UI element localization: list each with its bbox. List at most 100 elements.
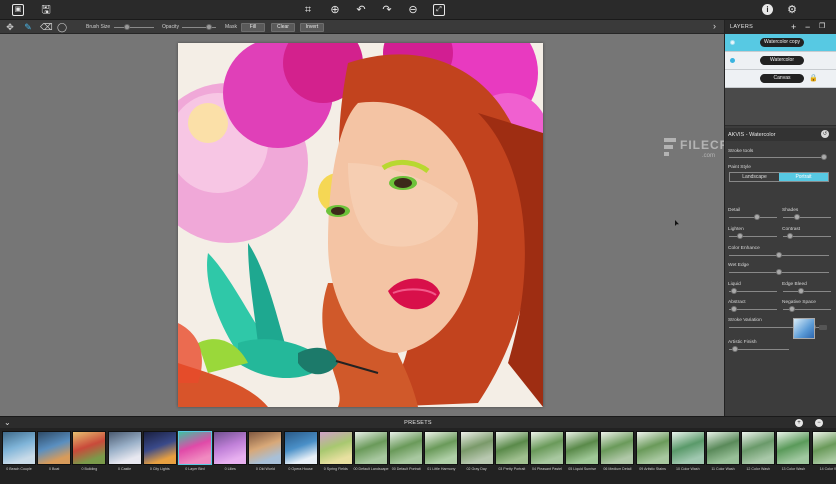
preset-thumbnail[interactable] [248,431,283,465]
reset-icon[interactable]: ↺ [821,130,829,138]
preset-thumbnail[interactable] [494,431,529,465]
preset-item[interactable]: 0 City Lights [142,431,177,481]
shades-knob[interactable] [793,214,800,220]
preset-item[interactable]: 03 Pretty Portrait [494,431,529,481]
preset-item[interactable]: 01 Little Harmony [424,431,459,481]
contrast-knob[interactable] [787,233,794,239]
negative-space-knob[interactable] [789,306,796,312]
preset-thumbnail[interactable] [283,431,318,465]
preset-item[interactable]: 0 Beach Couple [2,431,36,481]
redo-icon[interactable]: ↷ [381,4,393,16]
brush-size-knob[interactable] [124,24,131,30]
preset-item[interactable]: 0 Old World [248,431,283,481]
stroke-tools-knob[interactable] [821,154,827,160]
preset-item[interactable]: 04 Pleasant Pastel [530,431,564,481]
preset-item[interactable]: 00 Default Landscape [354,431,388,481]
preset-thumbnail[interactable] [530,431,564,465]
add-preset-icon[interactable]: + [795,419,803,427]
preset-thumbnail[interactable] [811,431,836,465]
preset-item[interactable]: 00 Default Portrait [389,431,424,481]
stroke-tools-track[interactable] [729,157,825,158]
fit-icon[interactable]: ⤢ [433,4,445,16]
landscape-option[interactable]: Landscape [730,173,779,181]
preset-item[interactable]: 09 Artistic Stains [635,431,670,481]
collapse-panel-icon[interactable]: › [713,21,716,31]
preset-item[interactable]: 0 Opera House [283,431,318,481]
shades-track[interactable] [783,217,831,218]
artistic-finish-track[interactable] [729,349,789,350]
preset-item[interactable]: 0 Boat [37,431,72,481]
opacity-knob[interactable] [205,24,212,30]
zoom-out-icon[interactable]: ⊖ [407,4,419,16]
abstract-knob[interactable] [731,306,738,312]
preset-item[interactable]: 11 Color Wash [706,431,740,481]
preset-thumbnail[interactable] [178,431,212,465]
preset-item[interactable]: 0 Lilies [213,431,248,481]
preset-thumbnail[interactable] [37,431,72,465]
preset-thumbnail[interactable] [213,431,248,465]
info-icon[interactable]: i [762,4,773,15]
artistic-finish-knob[interactable] [731,346,738,352]
eraser-tool-icon[interactable]: ⌫ [40,22,53,32]
brush-tool-icon[interactable]: ✎ [23,22,33,32]
preset-item[interactable]: 06 Medium Detail [600,431,635,481]
layer-row-canvas[interactable]: Canvas 🔒 [725,70,836,88]
undo-icon[interactable]: ↶ [355,4,367,16]
wet-edge-knob[interactable] [776,269,782,275]
preset-thumbnail[interactable] [107,431,142,465]
preset-thumbnail[interactable] [776,431,811,465]
swatch-menu-button[interactable] [819,325,827,330]
preset-item[interactable]: 0 Castle [107,431,142,481]
preset-thumbnail[interactable] [2,431,36,465]
layer-visibility-icon[interactable] [730,40,735,45]
preset-item[interactable]: 14 Color W [811,431,836,481]
ellipse-tool-icon[interactable]: ◯ [57,22,67,32]
move-tool-icon[interactable]: ✥ [5,22,15,32]
preset-thumbnail[interactable] [459,431,494,465]
watercolor-artwork[interactable] [178,43,543,407]
add-layer-button[interactable]: + [791,22,796,32]
remove-layer-icon[interactable]: − [805,22,810,32]
settings-icon[interactable]: ⚙ [786,4,798,16]
save-icon[interactable]: 🖫 [40,4,52,16]
preset-item[interactable]: 0 Spring Fields [318,431,353,481]
layer-row-watercolor-copy[interactable]: Watercolor copy [725,34,836,52]
preset-item[interactable]: 05 Liquid Sunrise [565,431,600,481]
preset-thumbnail[interactable] [142,431,177,465]
preset-thumbnail[interactable] [706,431,740,465]
crop-icon[interactable]: ⌗ [302,4,314,16]
zoom-in-icon[interactable]: ⊕ [329,4,341,16]
preset-thumbnail[interactable] [741,431,776,465]
preset-item[interactable]: 12 Color Wash [741,431,776,481]
brush-size-slider[interactable] [114,26,154,28]
duplicate-layer-icon[interactable]: ❐ [819,22,825,32]
preset-thumbnail[interactable] [72,431,107,465]
clear-button[interactable]: Clear [271,22,295,32]
liquid-knob[interactable] [731,288,738,294]
preset-thumbnail[interactable] [424,431,459,465]
edge-bleed-knob[interactable] [797,288,804,294]
layer-visibility-icon[interactable] [730,58,735,63]
preset-item[interactable]: 10 Color Wash [670,431,705,481]
preset-item[interactable]: 13 Color Wash [776,431,811,481]
remove-preset-icon[interactable]: − [815,419,823,427]
lighten-knob[interactable] [737,233,744,239]
invert-button[interactable]: Invert [300,22,324,32]
preset-thumbnail[interactable] [670,431,705,465]
preset-item[interactable]: 0 Building [72,431,107,481]
detail-knob[interactable] [754,214,761,220]
fill-button[interactable]: Fill [241,22,265,32]
portrait-option[interactable]: Portrait [779,173,828,181]
color-enhance-knob[interactable] [776,252,782,258]
preset-thumbnail[interactable] [318,431,353,465]
canvas-workspace[interactable] [0,34,724,416]
preset-thumbnail[interactable] [635,431,670,465]
preset-item[interactable]: 02 Gray Day [459,431,494,481]
lighten-track[interactable] [729,236,777,237]
preset-thumbnail[interactable] [389,431,424,465]
preset-item[interactable]: 0 Layer Bird [178,431,212,481]
preset-thumbnail[interactable] [600,431,635,465]
layer-row-watercolor[interactable]: Watercolor [725,52,836,70]
detail-track[interactable] [729,217,777,218]
preset-thumbnail[interactable] [565,431,600,465]
